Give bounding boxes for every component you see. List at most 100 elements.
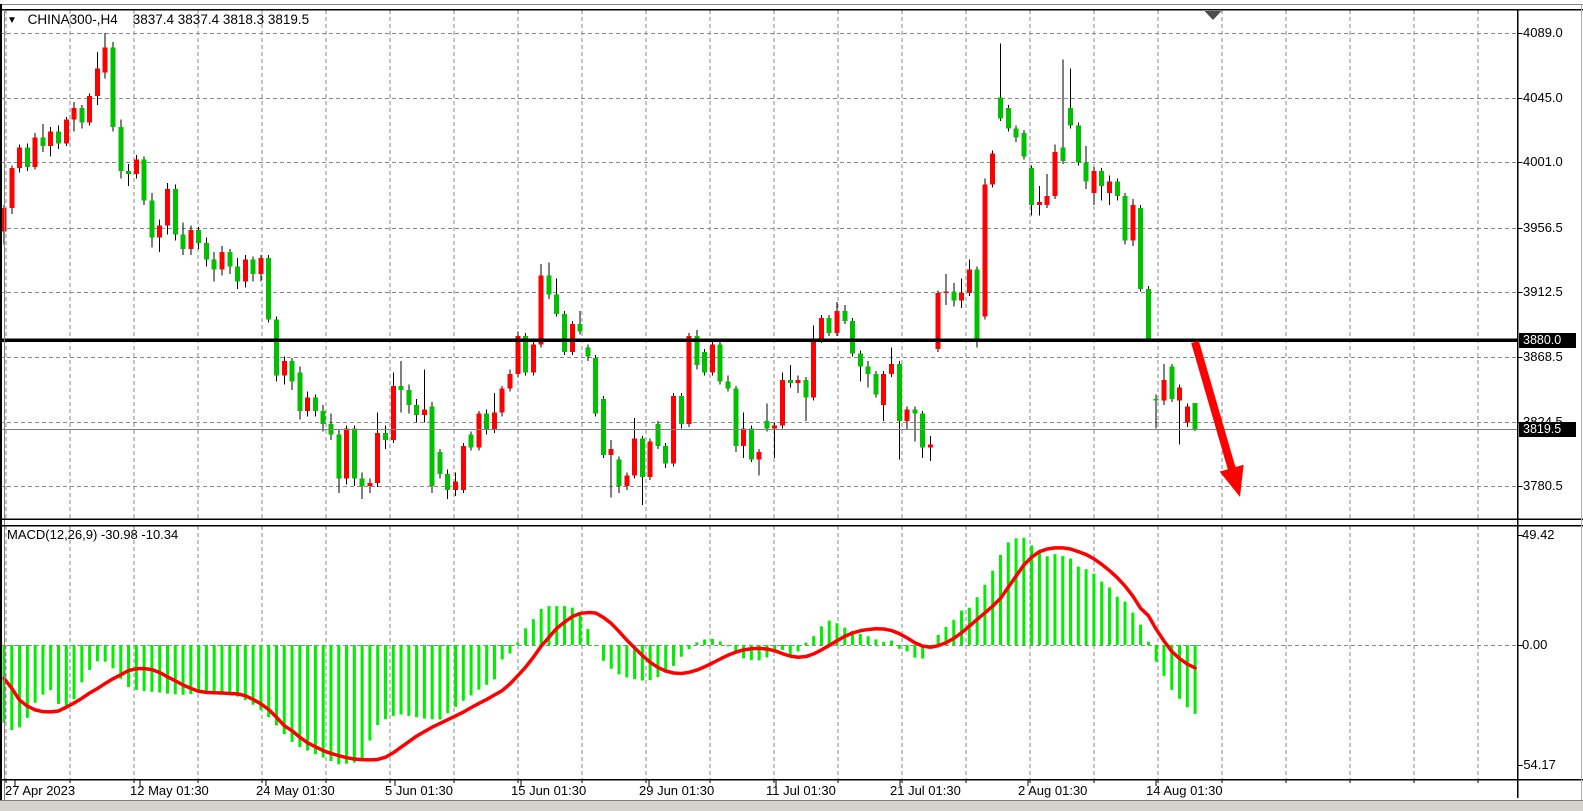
candle-body <box>1076 126 1081 163</box>
macd-histogram-bar <box>259 645 262 710</box>
macd-histogram-bar <box>804 643 807 645</box>
symbol-name: CHINA300-,H4 <box>28 12 118 27</box>
macd-histogram-bar <box>174 645 177 694</box>
macd-histogram-bar <box>952 620 955 645</box>
candle-body <box>165 189 170 226</box>
macd-histogram-bar <box>906 645 909 651</box>
time-axis-label: 24 May 01:30 <box>256 783 335 798</box>
trend-arrow-shaft[interactable] <box>1195 342 1233 474</box>
candle-body <box>79 108 84 123</box>
macd-histogram-bar <box>688 645 691 649</box>
candle-body <box>741 428 746 446</box>
macd-histogram-bar <box>65 645 68 708</box>
candle-body <box>110 48 115 127</box>
candle-body <box>157 226 162 238</box>
candle-body <box>803 380 808 398</box>
macd-histogram-bar <box>1124 602 1127 645</box>
macd-histogram-bar <box>1162 645 1165 676</box>
macd-histogram-bar <box>314 645 317 754</box>
price-axis-label: 3956.5 <box>1523 220 1563 235</box>
candle-body <box>1029 168 1034 205</box>
candle-body <box>181 234 186 249</box>
macd-histogram-bar <box>291 645 294 742</box>
macd-histogram-bar <box>376 645 379 725</box>
macd-histogram-bar <box>781 645 784 650</box>
candle-body <box>975 270 980 341</box>
symbol-dropdown-icon[interactable]: ▼ <box>7 15 17 26</box>
macd-histogram-bar <box>625 645 628 677</box>
macd-histogram-bar <box>828 621 831 645</box>
candle-body <box>905 409 910 421</box>
macd-histogram-bar <box>882 642 885 645</box>
chart-canvas[interactable] <box>0 0 1583 811</box>
candle-body <box>40 137 45 146</box>
ohlc-values: 3837.4 3837.4 3818.3 3819.5 <box>133 12 309 27</box>
candle-body <box>414 405 419 415</box>
candle-body <box>243 259 248 281</box>
candle-body <box>251 259 256 274</box>
bid-price-marker: 3819.5 <box>1519 422 1576 437</box>
trend-arrow-head[interactable] <box>1220 465 1244 497</box>
candle-body <box>912 409 917 413</box>
macd-histogram-bar <box>158 645 161 693</box>
macd-histogram-bar <box>516 642 519 645</box>
candle-body <box>1006 108 1011 129</box>
candle-body <box>126 171 131 174</box>
candle-body <box>1161 380 1166 401</box>
candle-body <box>1146 289 1151 339</box>
candle-body <box>967 270 972 294</box>
candle-body <box>1130 205 1135 240</box>
macd-histogram-bar <box>641 645 644 681</box>
price-axis-label: 3868.5 <box>1523 349 1563 364</box>
candle-body <box>56 131 61 143</box>
macd-histogram-bar <box>509 645 512 653</box>
macd-histogram-bar <box>34 645 37 703</box>
macd-histogram-bar <box>859 634 862 645</box>
time-axis-label: 5 Jun 01:30 <box>385 783 453 798</box>
candle-body <box>726 381 731 388</box>
candle-body <box>95 68 100 96</box>
macd-histogram-bar <box>664 645 667 673</box>
macd-histogram-bar <box>431 645 434 719</box>
macd-histogram-bar <box>867 636 870 645</box>
macd-histogram-bar <box>540 609 543 645</box>
candle-body <box>593 358 598 414</box>
price-axis-label: 4001.0 <box>1523 154 1563 169</box>
time-axis-label: 21 Jul 01:30 <box>890 783 961 798</box>
candle-body <box>469 434 474 447</box>
macd-histogram-bar <box>446 645 449 713</box>
macd-histogram-bar <box>820 626 823 645</box>
macd-axis-label: 49.42 <box>1522 527 1555 542</box>
candle-body <box>1177 387 1182 400</box>
macd-histogram-bar <box>797 645 800 651</box>
macd-histogram-bar <box>88 645 91 670</box>
macd-histogram-bar <box>586 629 589 645</box>
macd-histogram-bar <box>298 645 301 747</box>
macd-histogram-bar <box>283 645 286 734</box>
candle-body <box>235 267 240 282</box>
macd-histogram-bar <box>275 645 278 725</box>
candle-body <box>391 386 396 440</box>
macd-histogram-bar <box>213 645 216 693</box>
candle-body <box>313 398 318 411</box>
macd-histogram-bar <box>423 645 426 719</box>
candle-body <box>1060 148 1065 161</box>
macd-histogram-bar <box>407 645 410 716</box>
candle-body <box>492 412 497 430</box>
macd-histogram-bar <box>415 645 418 717</box>
macd-histogram-bar <box>1108 587 1111 645</box>
macd-histogram-bar <box>104 645 107 662</box>
candle-body <box>72 108 77 120</box>
candle-body <box>772 425 777 428</box>
macd-histogram-bar <box>306 645 309 751</box>
macd-histogram-bar <box>1077 567 1080 645</box>
macd-histogram-bar <box>73 645 76 699</box>
macd-histogram-bar <box>1100 582 1103 645</box>
chart-shift-marker-icon[interactable] <box>1205 11 1222 20</box>
macd-histogram-bar <box>532 619 535 645</box>
macd-histogram-bar <box>80 645 83 682</box>
candle-body <box>321 411 326 424</box>
macd-histogram-bar <box>1147 642 1150 645</box>
macd-histogram-bar <box>501 645 504 659</box>
candle-body <box>679 396 684 424</box>
